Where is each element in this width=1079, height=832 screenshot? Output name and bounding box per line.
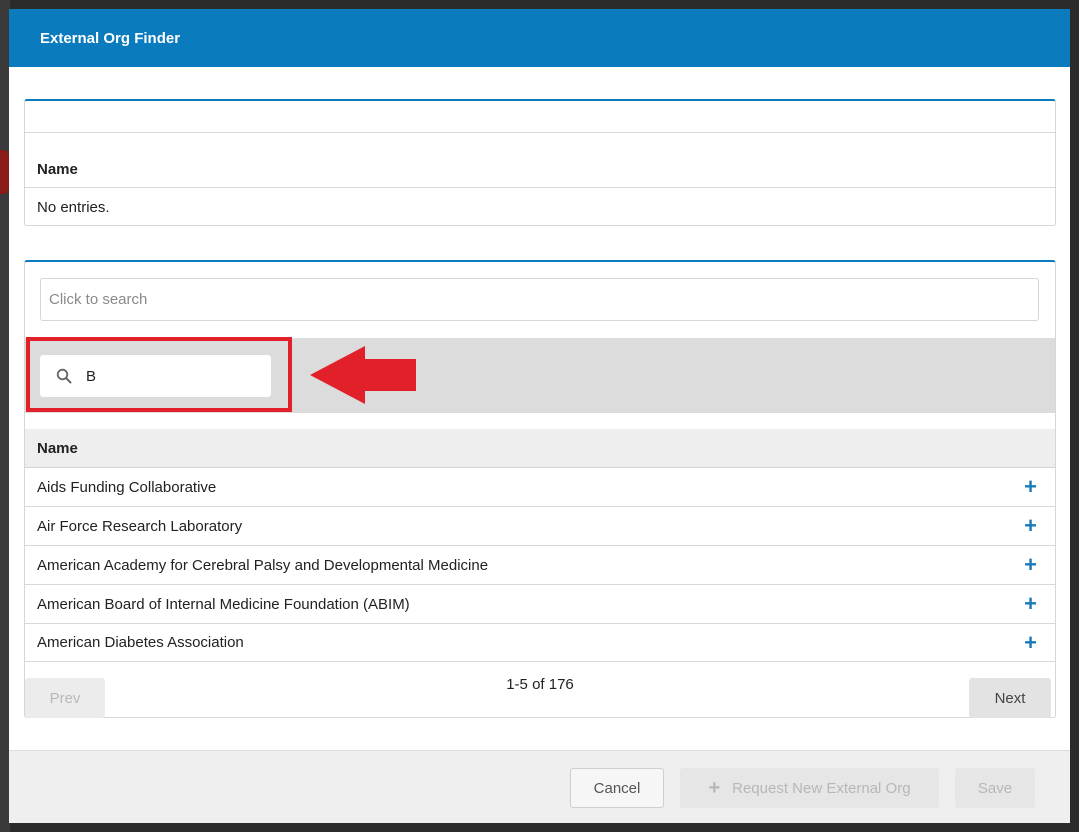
table-row: American Academy for Cerebral Palsy and … (25, 546, 1055, 585)
results-name-column-header: Name (25, 429, 1055, 468)
table-row: Air Force Research Laboratory + (25, 507, 1055, 546)
org-name: Aids Funding Collaborative (37, 478, 217, 496)
plus-icon: + (708, 776, 721, 799)
dialog-title: External Org Finder (40, 29, 181, 47)
dialog-header: External Org Finder (9, 9, 1070, 67)
plus-icon[interactable]: + (1024, 631, 1037, 654)
request-new-external-org-button[interactable]: + Request New External Org (680, 768, 939, 808)
plus-icon[interactable]: + (1024, 515, 1037, 537)
cancel-button[interactable]: Cancel (570, 768, 664, 808)
search-input[interactable]: Click to search (40, 278, 1039, 321)
dialog-footer: Cancel + Request New External Org Save (9, 750, 1070, 823)
org-name: American Board of Internal Medicine Foun… (37, 595, 410, 613)
annotation-highlight-box (26, 337, 292, 412)
org-name: American Diabetes Association (37, 634, 244, 651)
save-button[interactable]: Save (955, 768, 1035, 808)
selected-orgs-panel: Name No entries. (24, 99, 1056, 226)
org-name: American Academy for Cerebral Palsy and … (37, 556, 489, 574)
prev-button[interactable]: Prev (25, 678, 105, 718)
search-results-panel: Click to search B Name Aids Funding Coll… (24, 260, 1056, 718)
table-row: Aids Funding Collaborative + (25, 468, 1055, 507)
results-table: Name Aids Funding Collaborative + Air Fo… (25, 429, 1055, 662)
plus-icon[interactable]: + (1024, 554, 1037, 576)
panel-header (25, 101, 1055, 133)
empty-message: No entries. (37, 198, 110, 216)
org-name: Air Force Research Laboratory (37, 517, 243, 535)
external-org-finder-dialog: External Org Finder Name No entries. Cli… (9, 9, 1070, 823)
plus-icon[interactable]: + (1024, 476, 1037, 498)
plus-icon[interactable]: + (1024, 593, 1037, 615)
background-page-element (0, 150, 9, 194)
selected-name-column-header: Name (25, 133, 1055, 188)
page-summary: 1-5 of 176 (506, 676, 574, 693)
table-row: American Board of Internal Medicine Foun… (25, 585, 1055, 624)
next-button[interactable]: Next (969, 678, 1051, 718)
left-arrow-icon (310, 346, 416, 404)
search-placeholder: Click to search (49, 291, 148, 308)
table-row: American Diabetes Association + (25, 624, 1055, 662)
pagination: 1-5 of 176 Prev Next (25, 676, 1055, 718)
